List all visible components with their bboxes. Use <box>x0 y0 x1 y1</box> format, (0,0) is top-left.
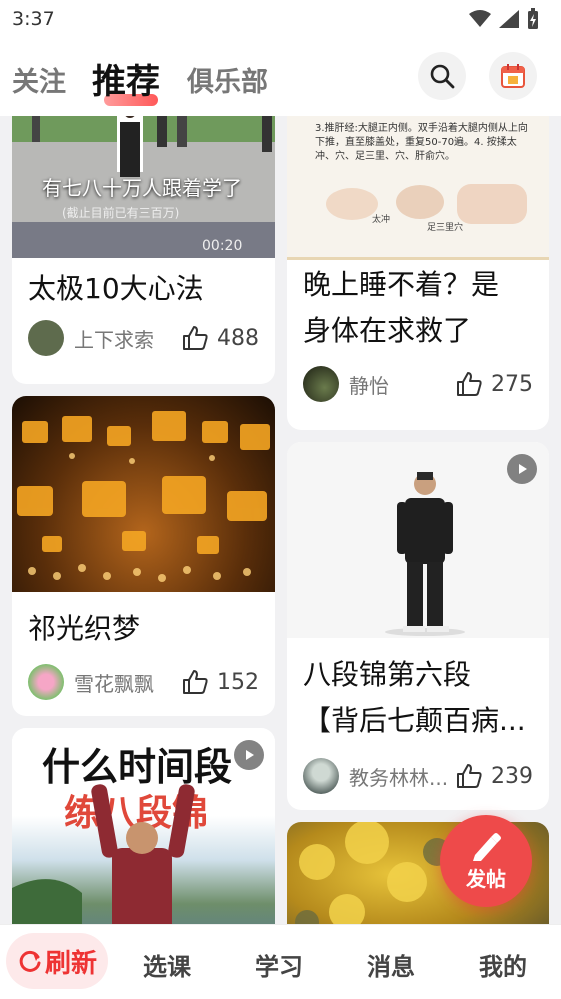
thumb-up-icon <box>183 326 208 350</box>
post-thumbnail <box>287 442 549 638</box>
wifi-icon <box>469 10 491 27</box>
post-meta: 雪花飘飘 152 <box>28 662 259 702</box>
refresh-icon <box>19 950 41 972</box>
author-name[interactable]: 上下求索 <box>74 324 181 353</box>
post-thumbnail: 有七八十万人跟着学了 (截止目前已有三百万) 00:20 <box>12 116 275 258</box>
post-title: 太极10大心法 <box>28 272 204 305</box>
nav-refresh[interactable]: 刷新 <box>6 933 108 989</box>
post-thumbnail <box>12 396 275 592</box>
status-time: 3:37 <box>12 8 55 30</box>
acupoint-illustration <box>326 184 527 224</box>
like-button[interactable]: 152 <box>181 668 259 696</box>
thumbnail-text: 3.推肝经:大腿正内侧。双手沿着大腿内侧从上向下推，直至膝盖处，重复50-70遍… <box>315 123 528 162</box>
post-title-line: 身体在求救了 <box>303 314 472 347</box>
pen-icon <box>473 832 501 861</box>
calendar-sign-icon <box>501 64 525 88</box>
thumb-up-icon <box>457 372 482 396</box>
like-count: 275 <box>491 371 533 397</box>
post-meta: 上下求索 488 <box>28 318 259 358</box>
post-meta: 静怡 275 <box>303 364 533 404</box>
post-card[interactable]: 3.推肝经:大腿正内侧。双手沿着大腿内侧从上向下推，直至膝盖处，重复50-70遍… <box>287 116 549 430</box>
signal-icon <box>499 10 519 28</box>
like-button[interactable]: 239 <box>455 762 533 790</box>
play-button[interactable] <box>507 454 537 484</box>
author-name[interactable]: 教务林林... <box>349 762 455 791</box>
battery-icon <box>528 8 538 29</box>
lanterns-illustration <box>17 411 270 582</box>
nav-mine[interactable]: 我的 <box>479 947 527 982</box>
acupoint-label: 足三里穴 <box>427 223 464 233</box>
post-card[interactable]: 祁光织梦 雪花飘飘 152 <box>12 396 275 716</box>
author-avatar[interactable] <box>303 366 339 402</box>
post-thumbnail: 什么时间段 练八段锦 <box>12 728 275 924</box>
tab-follow[interactable]: 关注 <box>12 60 66 99</box>
post-title-line: 晚上睡不着？是 <box>303 268 500 301</box>
post-button-label: 发帖 <box>466 866 506 891</box>
like-button[interactable]: 275 <box>455 370 533 398</box>
bottom-nav: 刷新 选课 学习 消息 我的 <box>0 924 561 999</box>
thumbnail-subcaption: (截止目前已有三百万) <box>62 206 180 220</box>
search-icon <box>430 64 455 89</box>
author-name[interactable]: 雪花飘飘 <box>74 668 181 697</box>
acupoint-label: 太冲 <box>372 215 391 225</box>
like-count: 239 <box>491 763 533 789</box>
status-bar: 3:37 <box>0 0 561 40</box>
checkin-button[interactable] <box>489 52 537 100</box>
play-icon <box>519 464 527 474</box>
post-title-line: 八段锦第六段 <box>303 658 472 691</box>
play-button[interactable] <box>234 740 264 770</box>
like-count: 488 <box>217 325 259 351</box>
status-icons <box>469 8 539 30</box>
nav-refresh-label: 刷新 <box>44 948 97 979</box>
like-button[interactable]: 488 <box>181 324 259 352</box>
tab-club[interactable]: 俱乐部 <box>187 60 268 99</box>
post-button[interactable]: 发帖 <box>440 815 532 907</box>
thumb-up-icon <box>457 764 482 788</box>
author-avatar[interactable] <box>28 664 64 700</box>
nav-study[interactable]: 学习 <box>255 947 303 982</box>
post-meta: 教务林林... 239 <box>303 756 533 796</box>
like-count: 152 <box>217 669 259 695</box>
search-button[interactable] <box>418 52 466 100</box>
post-thumbnail: 3.推肝经:大腿正内侧。双手沿着大腿内侧从上向下推，直至膝盖处，重复50-70遍… <box>287 116 549 260</box>
author-name[interactable]: 静怡 <box>349 370 455 399</box>
feed[interactable]: 有七八十万人跟着学了 (截止目前已有三百万) 00:20 太极10大心法 上下求… <box>0 116 561 924</box>
post-card[interactable]: 有七八十万人跟着学了 (截止目前已有三百万) 00:20 太极10大心法 上下求… <box>12 116 275 384</box>
author-avatar[interactable] <box>28 320 64 356</box>
post-title-line: 【背后七颠百病... <box>303 704 526 737</box>
top-nav: 关注 推荐 俱乐部 <box>0 40 561 116</box>
post-card[interactable]: 八段锦第六段 【背后七颠百病... 教务林林... 239 <box>287 442 549 810</box>
thumb-up-icon <box>183 670 208 694</box>
post-title: 祁光织梦 <box>28 612 141 645</box>
author-avatar[interactable] <box>303 758 339 794</box>
video-duration: 00:20 <box>202 238 243 254</box>
play-icon <box>246 750 254 760</box>
post-card[interactable]: 什么时间段 练八段锦 <box>12 728 275 924</box>
thumbnail-caption: 有七八十万人跟着学了 <box>42 176 242 200</box>
nav-courses[interactable]: 选课 <box>143 947 191 982</box>
nav-messages[interactable]: 消息 <box>367 947 415 982</box>
tab-recommend[interactable]: 推荐 <box>92 54 160 103</box>
